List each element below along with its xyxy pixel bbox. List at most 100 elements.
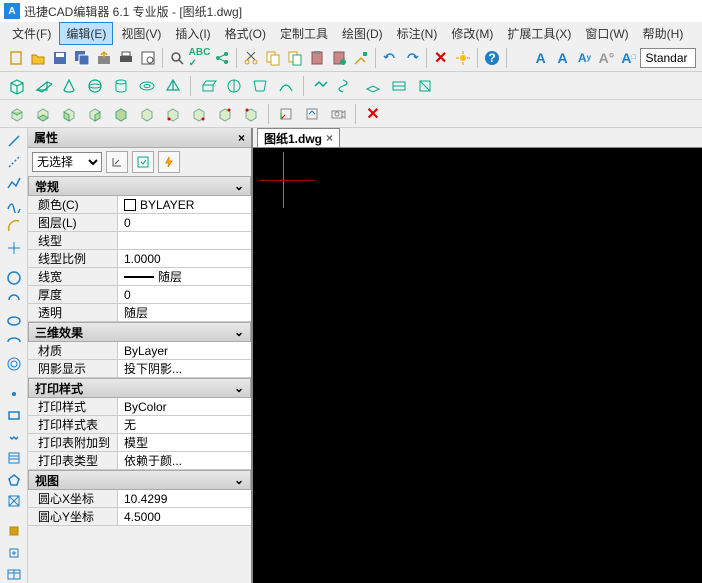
view-sw-icon[interactable] — [162, 103, 184, 125]
collapse-icon[interactable]: ⌄ — [234, 325, 244, 339]
ucs-prev-icon[interactable] — [301, 103, 323, 125]
menu-help[interactable]: 帮助(H) — [637, 23, 690, 44]
prop-tool-quick-icon[interactable] — [158, 151, 180, 173]
block-tool-icon[interactable] — [3, 523, 25, 540]
view-left-icon[interactable] — [58, 103, 80, 125]
ucs-world-icon[interactable] — [275, 103, 297, 125]
view-top-icon[interactable] — [6, 103, 28, 125]
explode-icon[interactable] — [453, 47, 473, 69]
help-icon[interactable]: ? — [482, 47, 502, 69]
print-preview-icon[interactable] — [138, 47, 158, 69]
match-prop-icon[interactable] — [351, 47, 371, 69]
menu-insert[interactable]: 插入(I) — [169, 23, 216, 44]
copybase-icon[interactable] — [285, 47, 305, 69]
undo-icon[interactable] — [380, 47, 400, 69]
share-icon[interactable] — [212, 47, 232, 69]
new-icon[interactable] — [6, 47, 26, 69]
spell-icon[interactable]: ABC✓ — [189, 47, 211, 69]
torus-icon[interactable] — [136, 75, 158, 97]
delete-icon[interactable]: ✕ — [431, 47, 451, 69]
view-right-icon[interactable] — [84, 103, 106, 125]
text-scale-icon[interactable]: A□ — [619, 47, 639, 69]
view-se-icon[interactable] — [188, 103, 210, 125]
collapse-icon[interactable]: ⌄ — [234, 381, 244, 395]
polygon-tool-icon[interactable] — [3, 428, 25, 445]
menu-custom-tools[interactable]: 定制工具 — [274, 23, 334, 44]
sweep-icon[interactable] — [275, 75, 297, 97]
paste-special-icon[interactable] — [329, 47, 349, 69]
insert-block-icon[interactable] — [3, 544, 25, 561]
print-icon[interactable] — [116, 47, 136, 69]
view-ne-icon[interactable] — [214, 103, 236, 125]
camera-icon[interactable] — [327, 103, 349, 125]
line-tool-icon[interactable] — [3, 132, 25, 149]
view-nw-icon[interactable] — [240, 103, 262, 125]
menu-format[interactable]: 格式(O) — [219, 23, 272, 44]
menu-ext-tools[interactable]: 扩展工具(X) — [501, 23, 577, 44]
circle-tool-icon[interactable] — [3, 269, 25, 286]
menu-view[interactable]: 视图(V) — [115, 23, 167, 44]
donut-tool-icon[interactable] — [3, 355, 25, 372]
boundary-tool-icon[interactable] — [3, 493, 25, 510]
find-icon[interactable] — [167, 47, 187, 69]
copy-icon[interactable] — [263, 47, 283, 69]
ray-tool-icon[interactable] — [3, 153, 25, 170]
document-tab[interactable]: 图纸1.dwg × — [257, 128, 340, 147]
pyramid-icon[interactable] — [162, 75, 184, 97]
planar-icon[interactable] — [362, 75, 384, 97]
save-icon[interactable] — [50, 47, 70, 69]
region-tool-icon[interactable] — [3, 471, 25, 488]
arc-tool-icon[interactable] — [3, 218, 25, 235]
section-icon[interactable] — [414, 75, 436, 97]
helix-icon[interactable] — [336, 75, 358, 97]
view-back-icon[interactable] — [136, 103, 158, 125]
hatch-tool-icon[interactable] — [3, 450, 25, 467]
menu-window[interactable]: 窗口(W) — [579, 23, 634, 44]
cone-icon[interactable] — [58, 75, 80, 97]
box-icon[interactable] — [6, 75, 28, 97]
text-style-icon[interactable]: Ay — [575, 47, 595, 69]
polyline-tool-icon[interactable] — [3, 175, 25, 192]
text-style-combo[interactable]: Standar — [640, 48, 695, 68]
prop-tool-toggle-icon[interactable] — [106, 151, 128, 173]
spline-tool-icon[interactable] — [3, 196, 25, 213]
drawing-canvas[interactable] — [253, 148, 702, 583]
flatshot-icon[interactable] — [388, 75, 410, 97]
text-find-icon[interactable]: A° — [597, 47, 617, 69]
arc2-tool-icon[interactable] — [3, 291, 25, 308]
point-tool-icon[interactable] — [3, 385, 25, 402]
menu-annotate[interactable]: 标注(N) — [391, 23, 444, 44]
paste-icon[interactable] — [307, 47, 327, 69]
menu-draw[interactable]: 绘图(D) — [336, 23, 389, 44]
xline-tool-icon[interactable] — [3, 239, 25, 256]
wedge-icon[interactable] — [32, 75, 54, 97]
view-front-icon[interactable] — [110, 103, 132, 125]
view-bottom-icon[interactable] — [32, 103, 54, 125]
section-print-style[interactable]: 打印样式 ⌄ — [28, 378, 251, 398]
revolve-icon[interactable] — [223, 75, 245, 97]
close-view-icon[interactable]: ✕ — [362, 103, 384, 125]
section-general[interactable]: 常规 ⌄ — [28, 176, 251, 196]
tab-close-icon[interactable]: × — [326, 131, 333, 145]
prop-tool-pick-icon[interactable] — [132, 151, 154, 173]
polysolid-icon[interactable] — [310, 75, 332, 97]
cylinder-icon[interactable] — [110, 75, 132, 97]
open-icon[interactable] — [28, 47, 48, 69]
redo-icon[interactable] — [402, 47, 422, 69]
menu-file[interactable]: 文件(F) — [6, 23, 57, 44]
extrude-icon[interactable] — [197, 75, 219, 97]
sphere-icon[interactable] — [84, 75, 106, 97]
ellipse-arc-tool-icon[interactable] — [3, 334, 25, 351]
table-tool-icon[interactable] — [3, 566, 25, 583]
properties-close-icon[interactable]: × — [238, 131, 245, 145]
text-A2-icon[interactable]: A — [553, 47, 573, 69]
ellipse-tool-icon[interactable] — [3, 312, 25, 329]
rect-tool-icon[interactable] — [3, 407, 25, 424]
collapse-icon[interactable]: ⌄ — [234, 473, 244, 487]
section-view[interactable]: 视图 ⌄ — [28, 470, 251, 490]
text-A1-icon[interactable]: A — [531, 47, 551, 69]
loft-icon[interactable] — [249, 75, 271, 97]
menu-edit[interactable]: 编辑(E) — [59, 22, 113, 45]
selection-filter[interactable]: 无选择 — [32, 152, 102, 172]
saveall-icon[interactable] — [72, 47, 92, 69]
